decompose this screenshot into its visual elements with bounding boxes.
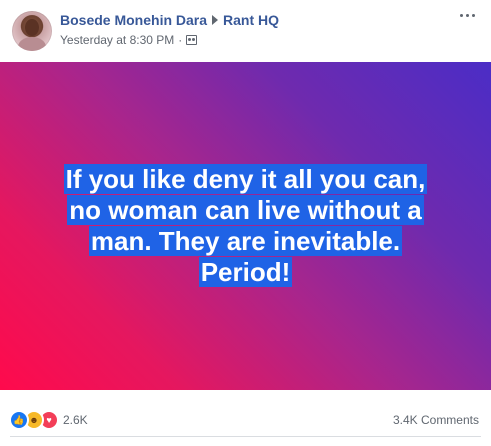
triangle-right-icon <box>212 15 219 25</box>
more-dot <box>459 13 463 17</box>
post-meta: Yesterday at 8:30 PM · <box>60 33 198 47</box>
reactions-summary[interactable]: 👍 ☻ ♥ 2.6K <box>9 410 88 430</box>
more-dot <box>465 13 469 17</box>
author-avatar[interactable] <box>12 11 52 51</box>
meta-separator: · <box>178 33 183 47</box>
avatar-shoulders <box>18 37 46 51</box>
banner-line: no woman can live without a <box>67 194 424 225</box>
post-title-line: Bosede Monehin Dara Rant HQ <box>60 12 279 28</box>
post-card: Bosede Monehin Dara Rant HQ Yesterday at… <box>0 0 491 446</box>
footer-divider <box>10 436 481 437</box>
more-options-icon[interactable] <box>457 8 477 22</box>
banner-text: If you like deny it all you can, no woma… <box>26 163 466 289</box>
more-dot <box>471 13 475 17</box>
reaction-count: 2.6K <box>63 413 88 427</box>
post-banner: If you like deny it all you can, no woma… <box>0 62 491 390</box>
post-header: Bosede Monehin Dara Rant HQ Yesterday at… <box>0 0 491 62</box>
post-timestamp[interactable]: Yesterday at 8:30 PM <box>60 33 174 47</box>
post-footer: 👍 ☻ ♥ 2.6K 3.4K Comments <box>0 404 491 434</box>
banner-line: Period! <box>198 257 293 288</box>
thumbs-up-icon: 👍 <box>9 410 29 430</box>
avatar-face <box>25 19 39 36</box>
comments-count-link[interactable]: 3.4K Comments <box>393 413 479 427</box>
author-name-link[interactable]: Bosede Monehin Dara <box>60 12 207 28</box>
group-audience-icon[interactable] <box>186 35 198 45</box>
banner-line: man. They are inevitable. <box>88 226 403 256</box>
banner-line: If you like deny it all you can, <box>63 163 428 194</box>
group-name-link[interactable]: Rant HQ <box>223 12 279 28</box>
